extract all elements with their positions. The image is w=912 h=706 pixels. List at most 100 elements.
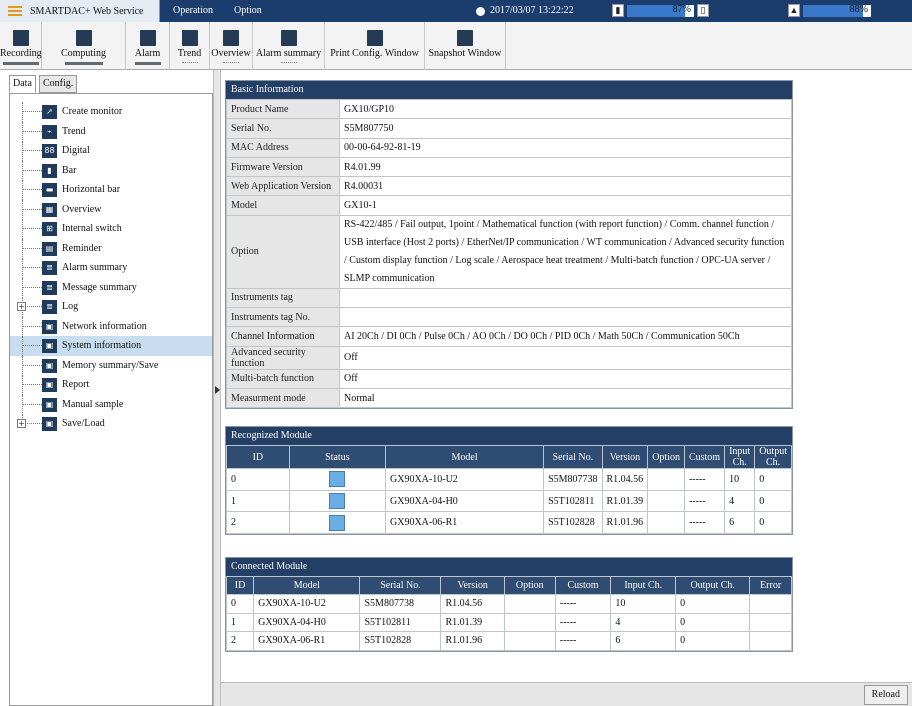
- recording-button[interactable]: Recording: [0, 22, 42, 70]
- recording-indicator: [2, 62, 39, 65]
- tree-connector: [22, 325, 42, 327]
- memory-icon: ▣: [42, 358, 57, 373]
- connected-header-row: ID Model Serial No. Version Option Custom Inpu…: [225, 576, 792, 595]
- sidebar-item-label: Message summary: [62, 281, 137, 293]
- cell-error: [749, 631, 792, 651]
- sidebar-item-manual-sample[interactable]: ▣ Manual sample: [10, 394, 212, 415]
- save-icon: ▣: [42, 417, 57, 431]
- cell-model: GX90XA-06-R1: [385, 511, 545, 535]
- computing-icon: [75, 30, 92, 46]
- expand-icon[interactable]: +: [17, 302, 26, 311]
- tree-connector: [22, 403, 42, 405]
- sidebar-item-message-summary[interactable]: ≣ Message summary: [10, 277, 212, 298]
- cell-error: [749, 612, 792, 632]
- tree-line: [22, 199, 23, 220]
- sidebar-item-bar[interactable]: ▮ Bar: [10, 160, 212, 181]
- cell-model: GX90XA-04-H0: [385, 489, 545, 513]
- sidebar-item-label: Create monitor: [62, 106, 123, 117]
- toolbar: Recording Computing Alarm Trend Overview…: [0, 22, 912, 70]
- cell-serial: S5M807738: [359, 594, 442, 614]
- print-config-button[interactable]: Print Config. Window: [325, 22, 425, 70]
- tree-line: [22, 336, 23, 356]
- tree-connector: [22, 189, 42, 190]
- collapse-arrow-icon[interactable]: [215, 386, 220, 394]
- column-header: Version: [601, 445, 649, 469]
- cell-custom: -----: [554, 612, 612, 632]
- tree-connector: [22, 150, 42, 151]
- sidebar-item-digital[interactable]: 88 Digital: [10, 141, 212, 161]
- tab-data[interactable]: Data: [9, 75, 36, 93]
- info-value: Normal: [339, 387, 792, 409]
- table-row: 2 GX90XA-06-R1 S5T102828 R1.01.96 ----- 6 0: [226, 511, 792, 535]
- info-row: Option RS-422/485 / Fail output, 1point /…: [226, 214, 792, 289]
- printer-icon: [366, 30, 383, 46]
- cell-id: 0: [225, 594, 255, 614]
- sidebar-item-reminder[interactable]: ▤ Reminder: [10, 238, 212, 259]
- overview-label: Overview: [211, 48, 251, 59]
- expand-icon[interactable]: +: [17, 419, 26, 428]
- sidebar-item-alarm-summary[interactable]: ≣ Alarm summary: [10, 258, 212, 278]
- cell-output: 0: [754, 489, 792, 513]
- info-key: Serial No.: [226, 118, 340, 139]
- snapshot-button[interactable]: Snapshot Window: [425, 22, 506, 70]
- trend-button[interactable]: Trend: [170, 22, 210, 70]
- trend-label: Trend: [177, 48, 202, 59]
- computing-button[interactable]: Computing: [42, 22, 126, 70]
- menu-operation[interactable]: Operation: [173, 0, 213, 22]
- cell-version: R1.01.39: [440, 612, 505, 632]
- overview-dots: [223, 62, 239, 65]
- tree-connector: [22, 111, 42, 112]
- info-row: Measurment mode Normal: [226, 387, 792, 409]
- overview-button[interactable]: Overview: [210, 22, 253, 70]
- tree-connector: [22, 130, 42, 132]
- cell-input: 6: [610, 631, 677, 651]
- alarm-summary-button[interactable]: Alarm summary: [253, 22, 325, 70]
- info-key: Model: [226, 195, 340, 216]
- overview-icon: ▦: [42, 202, 57, 217]
- alarm-summary-icon: ≣: [42, 261, 57, 275]
- status-indicator: [329, 493, 346, 510]
- menu-option[interactable]: Option: [234, 0, 262, 22]
- sidebar-item-save-load[interactable]: + ▣ Save/Load: [10, 414, 212, 434]
- bar-icon: ▮: [42, 163, 57, 178]
- sidebar-item-create-monitor[interactable]: ➚ Create monitor: [10, 102, 212, 122]
- info-row: Instruments tag No.: [226, 307, 792, 328]
- cell-error: [749, 594, 792, 614]
- sidebar-item-overview[interactable]: ▦ Overview: [10, 199, 212, 220]
- info-row: Instruments tag: [226, 287, 792, 309]
- sidebar-item-horizontal-bar[interactable]: ▬ Horizontal bar: [10, 180, 212, 200]
- recording-icon: [12, 30, 29, 46]
- clock-icon: [476, 6, 485, 16]
- column-header: Serial No.: [543, 445, 603, 469]
- sample-icon: ▣: [42, 397, 57, 412]
- alarm-icon: [139, 30, 156, 46]
- sidebar-item-trend[interactable]: ⌁ Trend: [10, 121, 212, 142]
- battery-icon: ▲: [788, 4, 800, 17]
- info-value: Off: [339, 368, 792, 389]
- recognized-header-row: ID Status Model Serial No. Version Option Cust…: [226, 445, 792, 469]
- sidebar-item-internal-switch[interactable]: ⊞ Internal switch: [10, 219, 212, 239]
- cell-output: 0: [675, 594, 751, 614]
- tab-config[interactable]: Config.: [39, 75, 78, 93]
- cell-input: 4: [610, 612, 677, 632]
- sidebar-item-system-information[interactable]: ▣ System information: [10, 336, 212, 356]
- tree-line: [22, 141, 23, 161]
- tree-connector: [22, 364, 42, 366]
- reload-button[interactable]: Reload: [863, 685, 908, 705]
- sidebar-item-report[interactable]: ▣ Report: [10, 375, 212, 395]
- trend-icon: ⌁: [42, 124, 57, 139]
- splitter[interactable]: [213, 70, 221, 706]
- cell-serial: S5M807738: [543, 468, 603, 491]
- sidebar-item-log[interactable]: + ≣ Log: [10, 297, 212, 317]
- cell-status: [288, 511, 387, 535]
- tree-line: [22, 121, 23, 142]
- info-key: Instruments tag: [226, 287, 340, 309]
- sidebar-item-memory-summary-save[interactable]: ▣ Memory summary/Save: [10, 355, 212, 376]
- alarm-button[interactable]: Alarm: [126, 22, 170, 70]
- recognized-module-title: Recognized Module: [226, 427, 792, 445]
- sidebar-item-network-information[interactable]: ▣ Network information: [10, 316, 212, 337]
- table-row: 1 GX90XA-04-H0 S5T102811 R1.01.39 ----- 4 0: [225, 612, 792, 632]
- tree-connector: [22, 345, 42, 346]
- alarm-indicator: [134, 62, 161, 65]
- info-value: [339, 307, 792, 328]
